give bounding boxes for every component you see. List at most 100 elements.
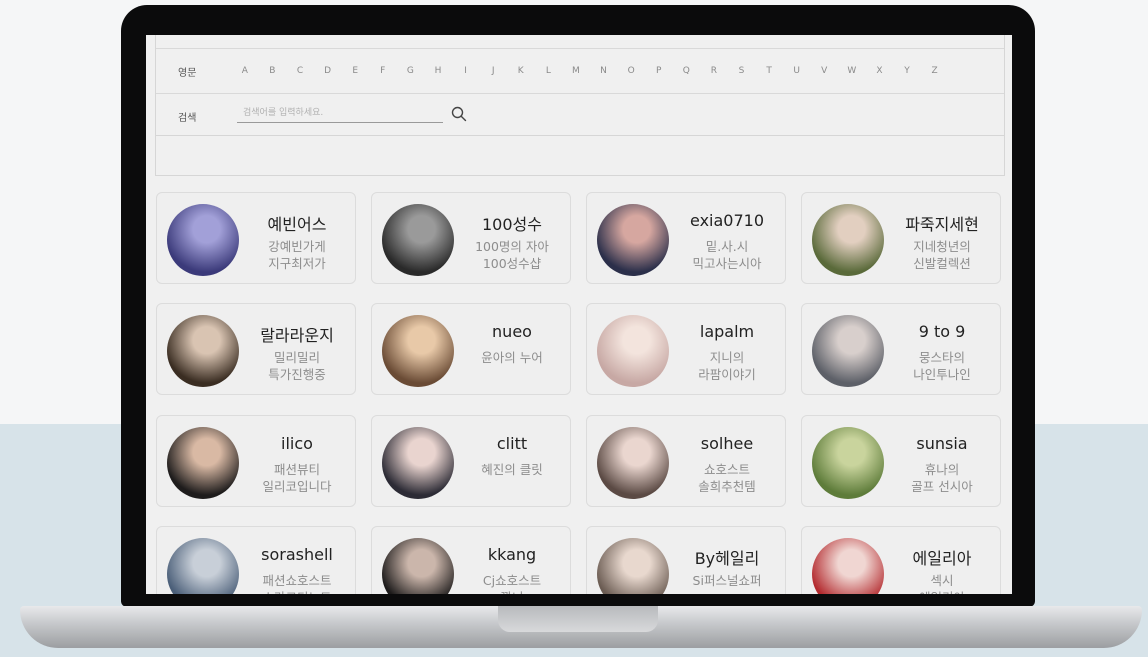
creator-description: 휴나의 골프 선시아 (911, 462, 973, 494)
letter-r[interactable]: R (700, 66, 728, 76)
creator-card[interactable]: ilico 패션뷰티 일리코입니다 (156, 415, 356, 507)
creator-description: 지네청년의 신발컬렉션 (913, 239, 971, 271)
creator-avatar (167, 538, 239, 594)
creator-description: 100명의 자아 100성수샵 (475, 239, 549, 271)
letter-h[interactable]: H (424, 66, 452, 76)
creator-card[interactable]: sorashell 패션쇼호스트 소라코디노트 (156, 526, 356, 594)
creator-avatar (382, 204, 454, 276)
creator-description: 밀리밀리 특가진행중 (268, 350, 326, 382)
laptop-screen: 영문 ABCDEFGHIJKLMNOPQRSTUVWXYZ 검색 예빈어스강예빈… (146, 35, 1012, 594)
creator-name: kkang (487, 545, 537, 564)
creator-name: 9 to 9 (918, 322, 966, 341)
creator-card[interactable]: 100성수 100명의 자아 100성수샵 (371, 192, 571, 284)
letter-q[interactable]: Q (673, 66, 701, 76)
divider (156, 93, 1004, 94)
creator-card[interactable]: kkang Cj쇼호스트 깡니 (371, 526, 571, 594)
creator-card[interactable]: lapalm 지니의 라팜이야기 (586, 303, 786, 395)
creator-avatar (597, 315, 669, 387)
creator-description: 패션쇼호스트 소라코디노트 (262, 573, 332, 594)
letter-i[interactable]: I (452, 66, 480, 76)
creator-avatar (597, 427, 669, 499)
creator-name: lapalm (699, 322, 755, 341)
creator-description: 쇼호스트 솔희추천템 (698, 462, 756, 494)
creator-avatar (812, 538, 884, 594)
creator-description: Cj쇼호스트 깡니 (482, 573, 542, 594)
creator-name: sorashell (261, 545, 333, 564)
creator-card[interactable]: 에일리아섹시 에일리아 (801, 526, 1001, 594)
creator-avatar (167, 427, 239, 499)
letter-t[interactable]: T (755, 66, 783, 76)
creator-name: solhee (700, 434, 754, 453)
creator-card[interactable]: solhee 쇼호스트 솔희추천템 (586, 415, 786, 507)
creator-avatar (167, 204, 239, 276)
creator-description: 지니의 라팜이야기 (698, 350, 756, 382)
letter-s[interactable]: S (728, 66, 756, 76)
creator-name: 파죽지세현 (905, 215, 979, 234)
creator-description: Si퍼스널쇼퍼 (692, 573, 762, 588)
divider (155, 135, 1005, 136)
creator-avatar (812, 315, 884, 387)
creator-card[interactable]: exia0710 밑.사.시 믹고사는시아 (586, 192, 786, 284)
creator-avatar (382, 315, 454, 387)
creator-avatar (382, 538, 454, 594)
letter-e[interactable]: E (341, 66, 369, 76)
letter-d[interactable]: D (314, 66, 342, 76)
creator-card[interactable]: 예빈어스강예빈가게 지구최저가 (156, 192, 356, 284)
creator-card[interactable]: 파죽지세현지네청년의 신발컬렉션 (801, 192, 1001, 284)
search-label: 검색 (178, 113, 197, 124)
alphabet-filter: ABCDEFGHIJKLMNOPQRSTUVWXYZ (231, 66, 948, 76)
creator-description: 강예빈가게 지구최저가 (268, 239, 326, 271)
creator-avatar (167, 315, 239, 387)
letter-a[interactable]: A (231, 66, 259, 76)
letter-x[interactable]: X (866, 66, 894, 76)
creator-avatar (382, 427, 454, 499)
creator-avatar (597, 538, 669, 594)
letter-v[interactable]: V (810, 66, 838, 76)
creator-name: 100성수 (482, 215, 542, 234)
letter-c[interactable]: C (286, 66, 314, 76)
alphabet-label: 영문 (178, 68, 197, 79)
creator-name: sunsia (916, 434, 968, 453)
creator-avatar (597, 204, 669, 276)
creator-name: ilico (281, 434, 313, 453)
creator-description: 윤아의 누어 (481, 350, 543, 365)
creator-description: 밑.사.시 믹고사는시아 (692, 239, 762, 271)
creator-description: 혜진의 클릿 (481, 462, 543, 477)
laptop-notch (498, 606, 658, 632)
letter-w[interactable]: W (838, 66, 866, 76)
creator-name: nueo (492, 322, 532, 341)
creator-description: 뭉스타의 나인투나인 (913, 350, 971, 382)
creator-name: exia0710 (690, 211, 764, 230)
creator-name: 에일리아 (912, 549, 972, 568)
creator-card[interactable]: 랄라라운지밀리밀리 특가진행중 (156, 303, 356, 395)
letter-p[interactable]: P (645, 66, 673, 76)
letter-l[interactable]: L (535, 66, 563, 76)
creator-name: By헤일리 (694, 549, 760, 568)
letter-f[interactable]: F (369, 66, 397, 76)
letter-j[interactable]: J (479, 66, 507, 76)
creator-card[interactable]: sunsia 휴나의 골프 선시아 (801, 415, 1001, 507)
creator-description: 섹시 에일리아 (919, 573, 965, 594)
letter-y[interactable]: Y (893, 66, 921, 76)
letter-g[interactable]: G (397, 66, 425, 76)
letter-u[interactable]: U (783, 66, 811, 76)
creator-name: 예빈어스 (267, 215, 327, 234)
creator-card[interactable]: clitt 혜진의 클릿 (371, 415, 571, 507)
divider (156, 48, 1004, 49)
creator-avatar (812, 204, 884, 276)
creator-name: 랄라라운지 (260, 326, 334, 345)
creator-card[interactable]: By헤일리 Si퍼스널쇼퍼 (586, 526, 786, 594)
creator-card[interactable]: nueo 윤아의 누어 (371, 303, 571, 395)
creator-name: clitt (496, 434, 528, 453)
search-icon[interactable] (450, 105, 468, 123)
creator-card[interactable]: 9 to 9 뭉스타의 나인투나인 (801, 303, 1001, 395)
letter-k[interactable]: K (507, 66, 535, 76)
letter-o[interactable]: O (617, 66, 645, 76)
creator-description: 패션뷰티 일리코입니다 (262, 462, 332, 494)
letter-b[interactable]: B (259, 66, 287, 76)
search-input[interactable] (237, 103, 443, 123)
letter-n[interactable]: N (590, 66, 618, 76)
letter-z[interactable]: Z (921, 66, 949, 76)
creator-avatar (812, 427, 884, 499)
letter-m[interactable]: M (562, 66, 590, 76)
